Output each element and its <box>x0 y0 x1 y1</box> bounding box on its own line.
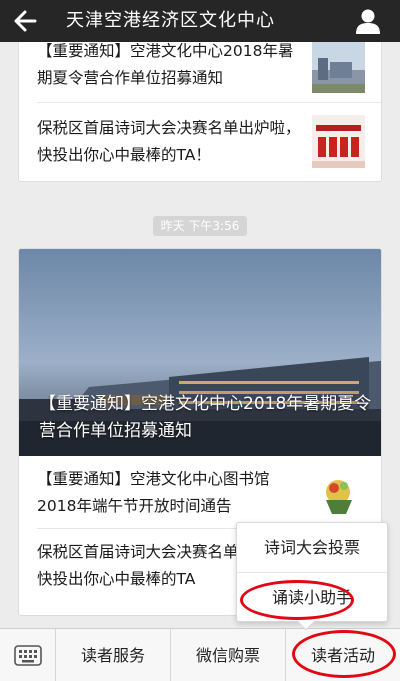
submenu-popup: 诗词大会投票 诵读小助手 <box>236 522 388 622</box>
article-item[interactable]: 保税区首届诗词大会决赛名单出炉啦，快投出你心中最棒的TA！ <box>19 103 381 181</box>
person-icon[interactable] <box>352 5 384 37</box>
dragon-boat-thumbnail <box>312 470 365 523</box>
menu-wechat-tickets[interactable]: 微信购票 <box>171 629 286 681</box>
menu-reader-activities[interactable]: 读者活动 <box>286 629 400 681</box>
article-item[interactable]: 【重要通知】空港文化中心图书馆2018年端午节开放时间通告 <box>19 456 381 528</box>
top-bar: 天津空港经济区文化中心 <box>0 0 400 42</box>
bottom-menu-bar: 读者服务 微信购票 读者活动 <box>0 628 400 681</box>
article-title: 【重要通知】空港文化中心2018年暑期夏令营合作单位招募通知 <box>37 42 294 87</box>
menu-item-reading-assistant[interactable]: 诵读小助手 <box>237 573 387 623</box>
timestamp: 昨天 下午3:56 <box>153 216 247 236</box>
menu-reader-services[interactable]: 读者服务 <box>56 629 171 681</box>
cover-image[interactable]: 【重要通知】空港文化中心2018年暑期夏令营合作单位招募通知 <box>19 249 381 456</box>
menu-item-poetry-vote[interactable]: 诗词大会投票 <box>237 523 387 573</box>
poetry-contest-thumbnail <box>312 115 365 168</box>
keyboard-icon <box>14 645 42 666</box>
building-thumbnail <box>312 40 365 93</box>
article-title: 【重要通知】空港文化中心图书馆2018年端午节开放时间通告 <box>37 470 270 515</box>
page-title: 天津空港经济区文化中心 <box>66 10 275 31</box>
keyboard-toggle-button[interactable] <box>0 629 56 681</box>
article-title: 保税区首届诗词大会决赛名单出炉啦，快投出你心中最棒的TA！ <box>37 119 301 164</box>
article-card: 【重要通知】空港文化中心2018年暑期夏令营合作单位招募通知 保税区首届诗词大会… <box>18 34 382 182</box>
cover-title: 【重要通知】空港文化中心2018年暑期夏令营合作单位招募通知 <box>39 394 372 441</box>
article-item[interactable]: 【重要通知】空港文化中心2018年暑期夏令营合作单位招募通知 <box>19 34 381 100</box>
back-arrow-icon[interactable] <box>10 6 40 36</box>
